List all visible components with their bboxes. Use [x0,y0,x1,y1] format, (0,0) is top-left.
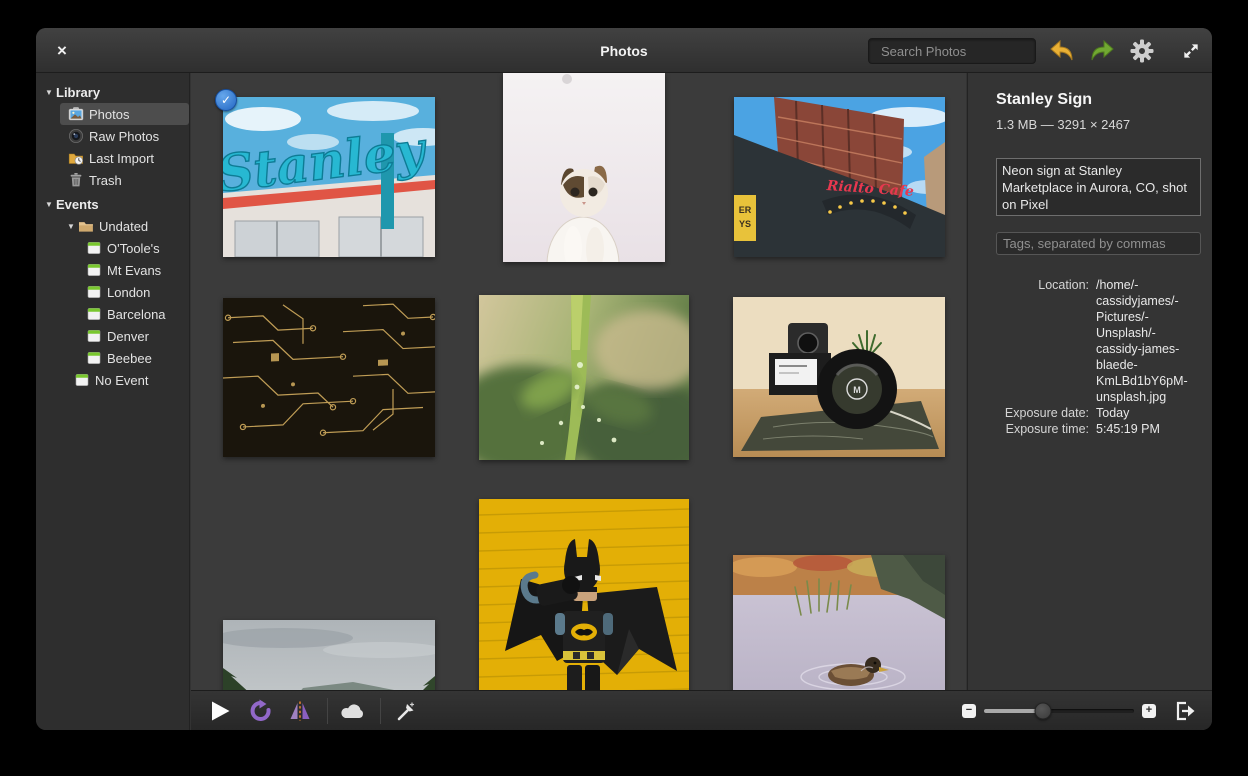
event-icon [87,330,101,342]
cloud-sync-button[interactable] [336,696,370,726]
svg-text:ER: ER [739,205,752,215]
sidebar-item-trash[interactable]: Trash [36,169,189,191]
photo-meta: 1.3 MB — 3291 × 2467 [996,117,1131,132]
toolbar-separator [380,697,381,724]
sidebar-header-events[interactable]: ▼ Events [36,193,189,215]
photo-thumbnail[interactable] [733,555,945,690]
photo-thumbnail[interactable]: Rialto Cafe ER YS [734,97,945,257]
sidebar-item-event-mt-evans[interactable]: Mt Evans [36,259,189,281]
rotate-icon [250,699,271,721]
slideshow-icon [212,701,230,720]
trash-icon [70,173,82,187]
export-button[interactable] [1170,696,1200,726]
folder-icon [79,222,93,232]
event-icon [87,264,101,276]
photo-thumbnail[interactable]: Stanley ✓ [215,89,435,257]
raw-photos-icon [69,129,83,143]
photos-app-window: × Photos Search Photos ▼ Library Photos … [36,28,1212,730]
close-icon: × [57,41,67,60]
sidebar-item-event-barcelona[interactable]: Barcelona [36,303,189,325]
search-box[interactable] [868,38,1057,64]
fullscreen-button[interactable] [1178,38,1204,64]
photo-thumbnail[interactable] [479,499,689,690]
redo-icon [1091,40,1114,61]
photos-icon [68,107,84,121]
event-icon [87,352,101,364]
sidebar-item-event-london[interactable]: London [36,281,189,303]
chevron-down-icon[interactable]: ▼ [66,222,76,231]
search-input[interactable] [881,43,1057,59]
details-panel: Stanley Sign 1.3 MB — 3291 × 2467 Neon s… [967,73,1212,690]
photo-thumbnail[interactable] [223,298,435,457]
settings-button[interactable] [1129,38,1155,64]
flip-button[interactable] [283,696,317,726]
zoom-controls: − + [962,696,1200,726]
sidebar-item-event-denver[interactable]: Denver [36,325,189,347]
photo-grid: Stanley ✓ Rialto Cafe ER YS M [191,73,966,690]
sidebar-item-raw-photos[interactable]: Raw Photos [36,125,189,147]
field-exposure-time: Exposure time: 5:45:19 PM [1005,422,1160,436]
sidebar-item-undated[interactable]: ▼ Undated [36,215,189,237]
event-icon [87,286,101,298]
undo-icon [1050,40,1073,61]
cloud-icon [341,703,363,718]
metadata-fields: Location: /home/- cassidyjames/- Picture… [996,277,1198,437]
slideshow-button[interactable] [203,696,237,726]
flip-icon [290,701,310,720]
close-button[interactable]: × [50,39,74,63]
chevron-down-icon[interactable]: ▼ [44,200,54,209]
zoom-slider[interactable] [984,702,1134,719]
event-icon [87,242,101,254]
enhance-button[interactable] [389,696,423,726]
titlebar: × Photos [36,28,1212,73]
sidebar-header-library[interactable]: ▼ Library [36,81,189,103]
zoom-in-button[interactable]: + [1142,703,1156,718]
rotate-button[interactable] [243,696,277,726]
svg-text:M: M [853,385,861,395]
undo-button[interactable] [1049,38,1075,64]
chevron-down-icon[interactable]: ▼ [44,88,54,97]
export-icon [1176,701,1195,720]
sidebar-item-last-import[interactable]: Last Import [36,147,189,169]
last-import-icon [68,153,83,165]
toolbar-separator [327,697,328,724]
redo-button[interactable] [1089,38,1115,64]
sidebar-item-event-beebee[interactable]: Beebee [36,347,189,369]
field-exposure-date: Exposure date: Today [1004,406,1130,420]
event-icon [87,308,101,320]
sidebar-item-event-otooles[interactable]: O'Toole's [36,237,189,259]
sidebar-item-photos[interactable]: Photos [60,103,189,125]
fullscreen-icon [1184,44,1198,58]
field-location: Location: /home/- cassidyjames/- Picture… [1038,278,1188,404]
photo-thumbnail[interactable] [503,73,665,262]
check-icon: ✓ [220,93,232,107]
svg-text:YS: YS [739,219,751,229]
selected-check-badge: ✓ [215,89,237,111]
photo-title: Stanley Sign [996,91,1093,108]
bottom-toolbar: − + [191,690,1212,730]
comment-field[interactable]: Neon sign at Stanley Marketplace in Auro… [996,158,1201,216]
photo-thumbnail[interactable] [479,295,689,460]
event-icon [75,374,89,386]
enhance-icon [397,701,415,720]
tags-input[interactable] [996,232,1201,255]
zoom-out-button[interactable]: − [962,703,976,718]
photo-thumbnail[interactable]: M [733,297,945,457]
zoom-slider-handle[interactable] [1034,702,1051,719]
gear-icon [1130,39,1154,63]
sidebar-item-no-event[interactable]: No Event [36,369,189,391]
photo-thumbnail[interactable] [223,620,435,690]
sidebar: ▼ Library Photos Raw Photos Last Import … [36,73,190,730]
